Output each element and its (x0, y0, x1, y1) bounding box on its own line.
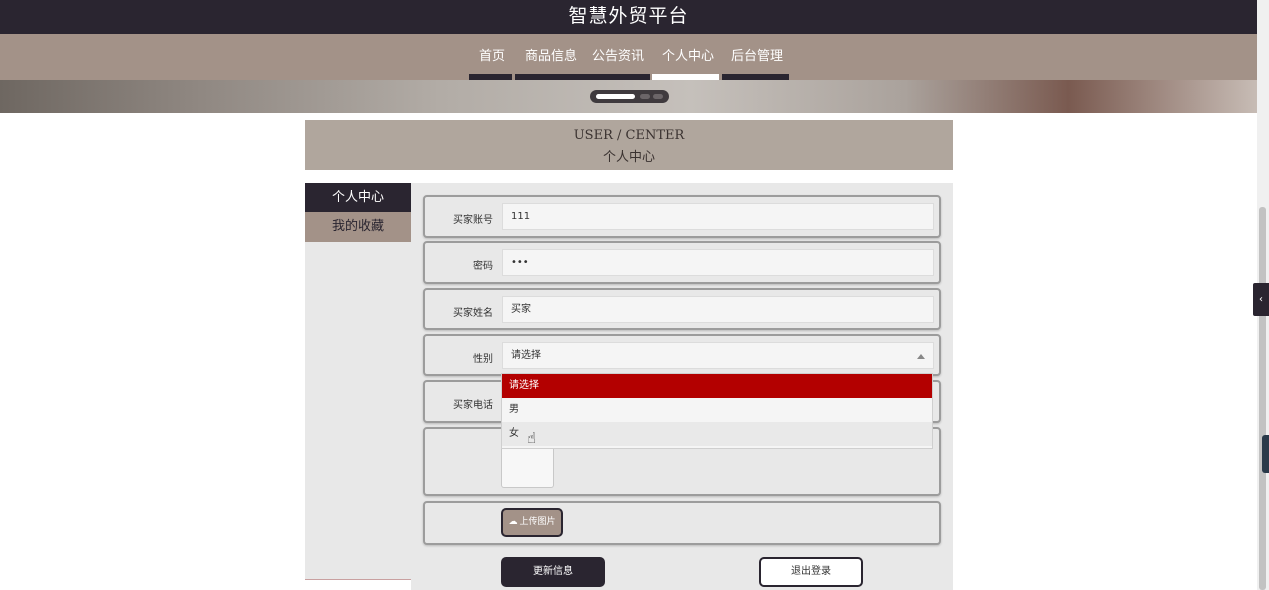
name-row: 买家姓名 买家 (423, 288, 941, 330)
gender-option-placeholder[interactable]: 请选择 (502, 374, 932, 398)
password-label: 密码 (473, 261, 493, 272)
nav-item-products[interactable]: 商品信息 (525, 45, 577, 64)
section-title-cn: 个人中心 (602, 150, 655, 165)
password-input[interactable]: ••• (502, 249, 934, 276)
nav-item-admin[interactable]: 后台管理 (731, 45, 783, 64)
account-input[interactable]: 111 (502, 203, 934, 230)
gender-option-male[interactable]: 男 (502, 398, 932, 422)
upload-label: 上传图片 (519, 517, 556, 527)
nav-item-user-center[interactable]: 个人中心 (662, 45, 714, 64)
gender-dropdown: 请选择 男 女 (501, 373, 933, 449)
gender-option-female[interactable]: 女 (502, 422, 932, 446)
section-header: USER / CENTER 个人中心 (305, 120, 953, 170)
top-bar: 智慧外贸平台 (0, 0, 1257, 34)
carousel-dot[interactable] (640, 94, 650, 99)
name-label: 买家姓名 (453, 308, 493, 319)
cloud-upload-icon: ☁ (508, 517, 518, 527)
gender-row: 性别 请选择 (423, 334, 941, 376)
chevron-left-icon: ‹ (1259, 294, 1263, 305)
edge-widget[interactable] (1262, 435, 1269, 473)
update-info-button[interactable]: 更新信息 (501, 557, 605, 587)
section-title-en: USER / CENTER (573, 128, 685, 143)
password-row: 密码 ••• (423, 241, 941, 284)
nav-item-home[interactable]: 首页 (479, 45, 505, 64)
site-title: 智慧外贸平台 (568, 5, 689, 27)
gender-select-value: 请选择 (511, 350, 541, 361)
logout-button[interactable]: 退出登录 (759, 557, 863, 587)
caret-up-icon (917, 354, 925, 359)
account-label: 买家账号 (453, 215, 493, 226)
phone-label: 买家电话 (453, 400, 493, 411)
sidebar: 个人中心 我的收藏 (305, 183, 411, 580)
carousel-dot[interactable] (653, 94, 663, 99)
sidebar-item-user-center[interactable]: 个人中心 (305, 183, 411, 212)
page-scrollbar-thumb[interactable] (1259, 207, 1266, 590)
nav-item-news[interactable]: 公告资讯 (592, 45, 644, 64)
account-row: 买家账号 111 (423, 195, 941, 238)
name-input[interactable]: 买家 (502, 296, 934, 323)
upload-image-button[interactable]: ☁ 上传图片 (501, 508, 563, 537)
avatar-preview (501, 447, 554, 488)
page-root: 智慧外贸平台 首页 商品信息 公告资讯 个人中心 后台管理 USER / CEN… (0, 0, 1269, 590)
carousel-dot-active[interactable] (596, 94, 635, 99)
sidebar-item-favorites[interactable]: 我的收藏 (305, 212, 411, 242)
hand-pointer-icon: ☝ (527, 429, 537, 447)
side-panel-toggle[interactable]: ‹ (1253, 283, 1269, 316)
gender-select[interactable]: 请选择 (502, 342, 934, 369)
gender-label: 性别 (473, 354, 493, 365)
